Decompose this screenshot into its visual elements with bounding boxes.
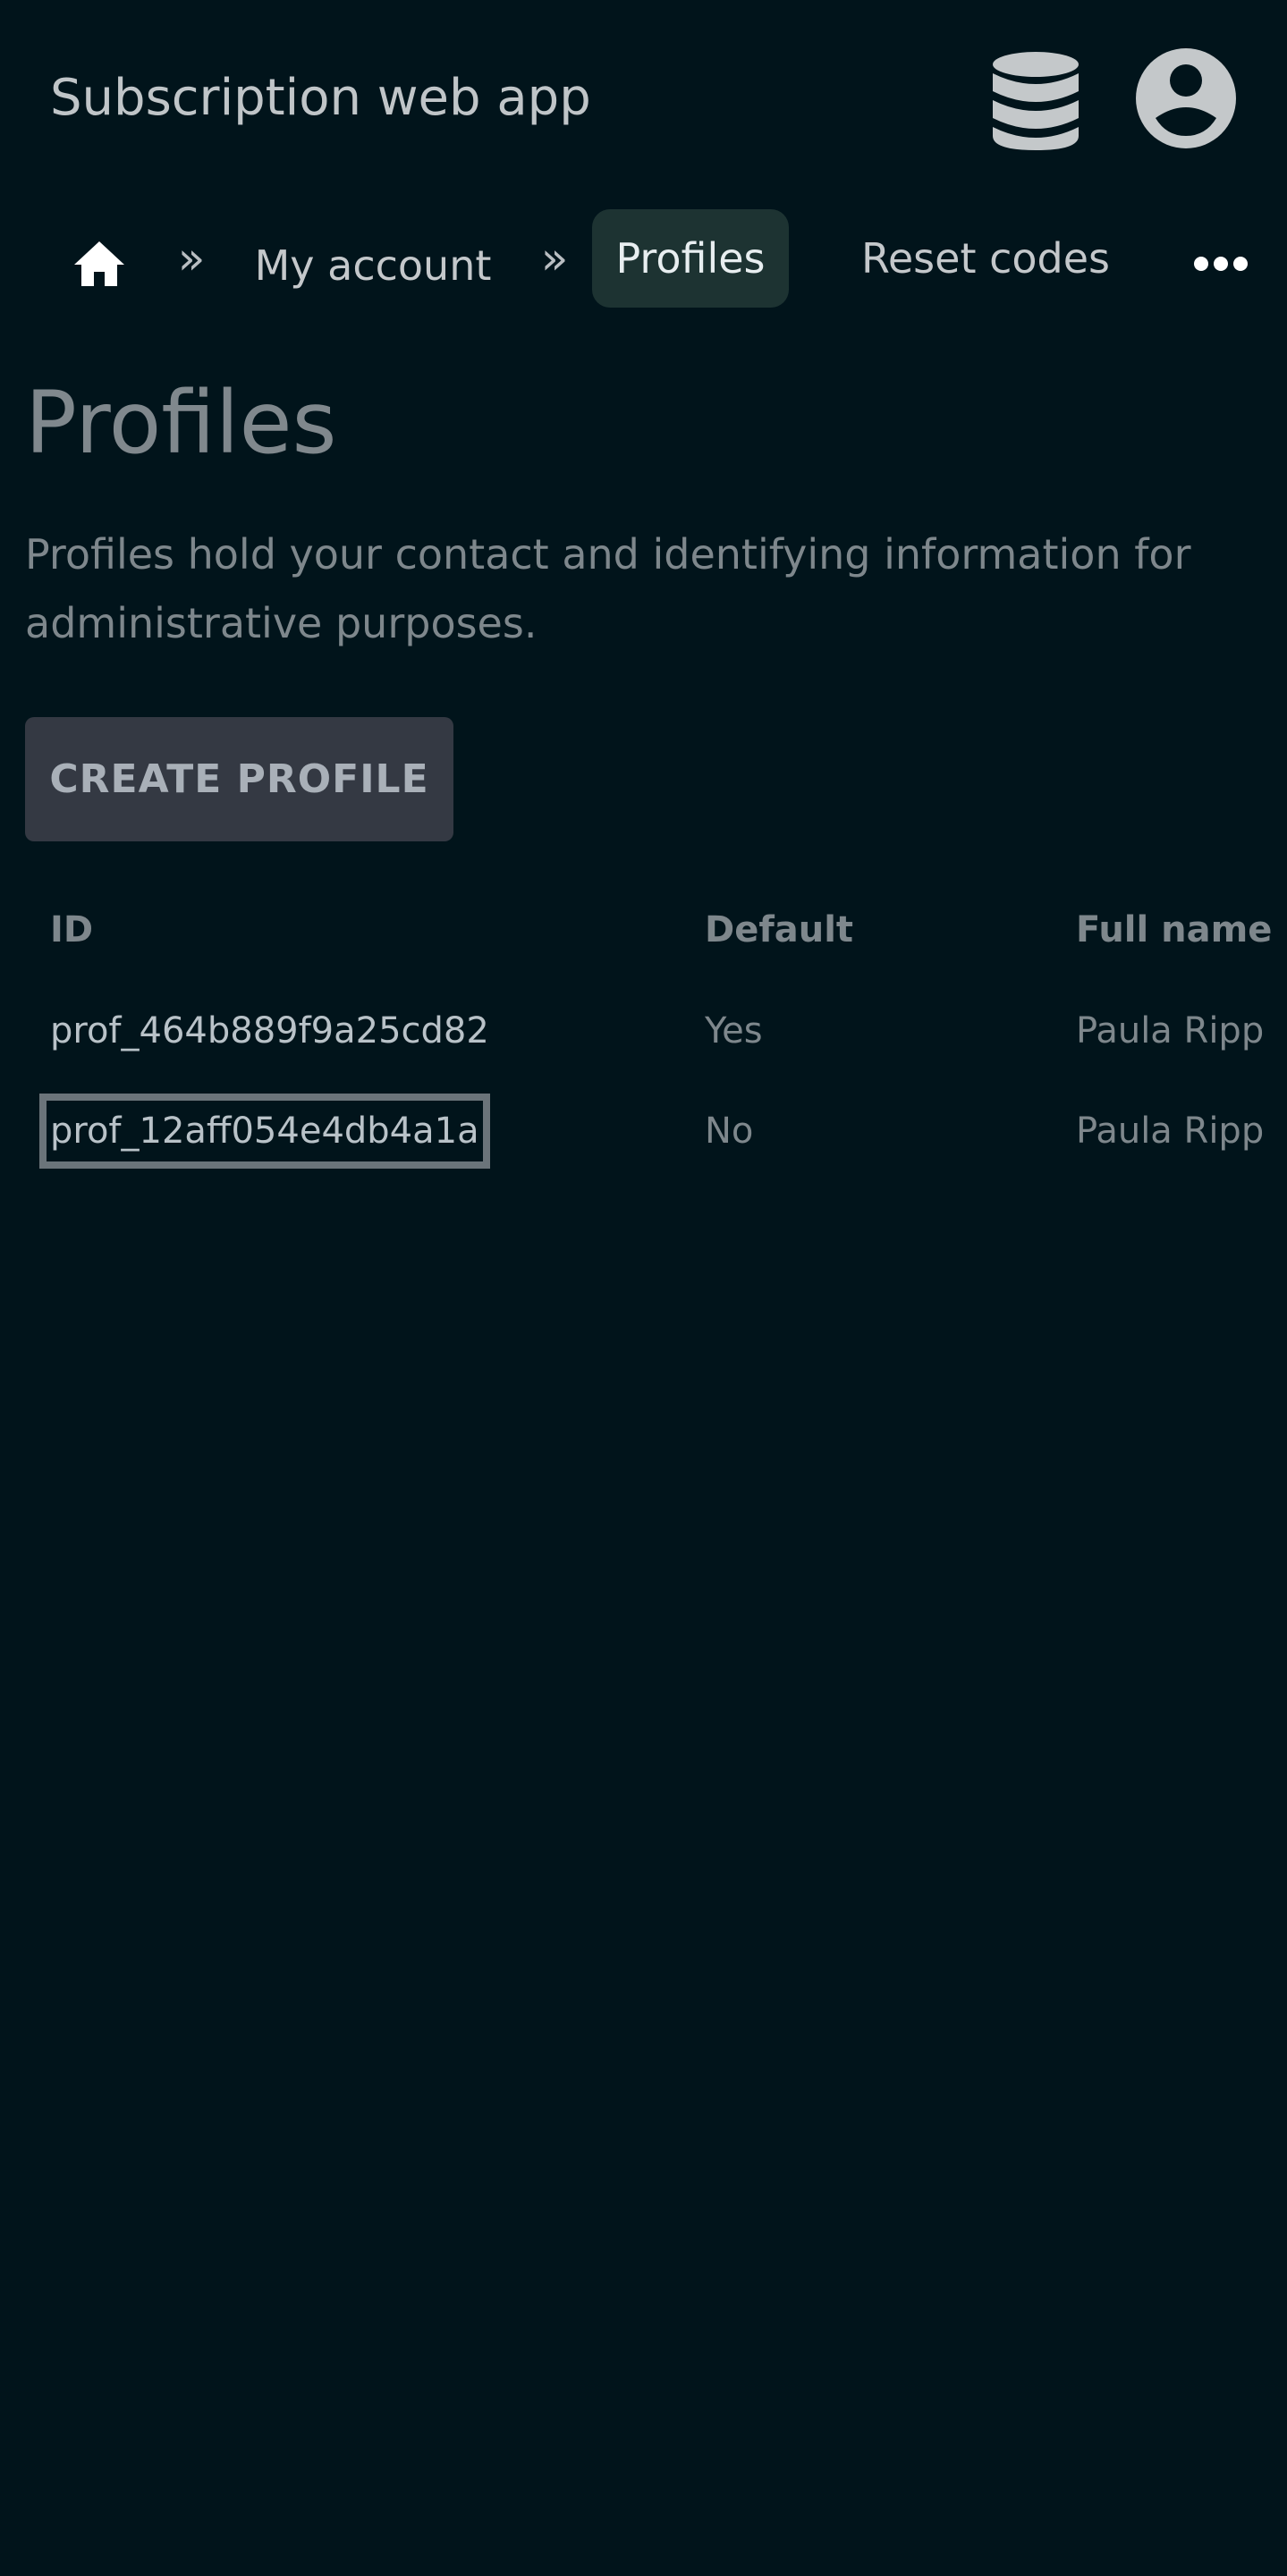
page-title: Profiles	[25, 373, 337, 473]
tab-reset-codes[interactable]: Reset codes	[842, 209, 1129, 308]
profile-id-link[interactable]: prof_464b889f9a25cd82	[50, 1004, 489, 1058]
profile-default-value: Yes	[705, 1010, 763, 1052]
database-button[interactable]	[987, 46, 1084, 154]
column-header-full-name[interactable]: Full name	[1076, 903, 1287, 957]
home-icon	[74, 241, 124, 286]
profile-full-name: Paula Ripp	[1076, 1010, 1265, 1052]
app-title[interactable]: Subscription web app	[50, 64, 591, 132]
ellipsis-icon	[1194, 257, 1248, 271]
user-menu-button[interactable]	[1134, 46, 1238, 150]
breadcrumb-separator: »	[177, 232, 206, 284]
database-icon	[993, 52, 1079, 150]
breadcrumb-my-account[interactable]: My account	[243, 216, 503, 315]
column-header-id[interactable]: ID	[50, 903, 93, 957]
breadcrumb-separator: »	[540, 232, 569, 284]
top-bar: Subscription web app	[0, 0, 1287, 198]
create-profile-button[interactable]: CREATE PROFILE	[25, 717, 453, 841]
more-button[interactable]	[1181, 232, 1261, 295]
page-description: Profiles hold your contact and identifyi…	[25, 530, 1191, 647]
profile-full-name: Paula Ripp	[1076, 1111, 1265, 1152]
tab-profiles[interactable]: Profiles	[592, 209, 789, 308]
profile-id-link[interactable]: prof_12aff054e4db4a1a	[39, 1094, 490, 1169]
user-circle-icon	[1136, 48, 1236, 148]
column-header-default[interactable]: Default	[705, 903, 853, 957]
home-link[interactable]	[68, 232, 131, 295]
breadcrumb-nav: » My account » Profiles Reset codes	[0, 198, 1287, 315]
profile-default-value: No	[705, 1111, 754, 1152]
